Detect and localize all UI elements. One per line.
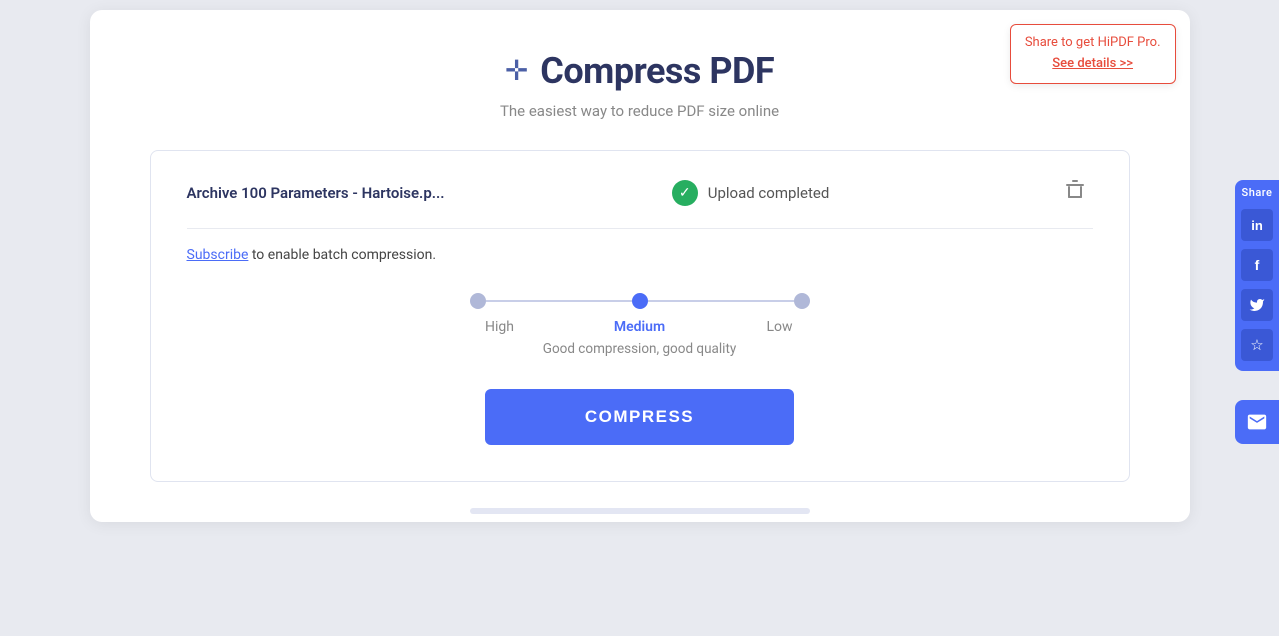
star-icon: ☆ — [1250, 336, 1263, 354]
tooltip-line1: Share to get HiPDF Pro. — [1025, 35, 1161, 50]
twitter-icon — [1249, 297, 1265, 313]
label-medium[interactable]: Medium — [610, 319, 670, 335]
content-area: Archive 100 Parameters - Hartoise.p... ✓… — [150, 150, 1130, 482]
labels-row: High Medium Low — [470, 319, 810, 335]
page-header: ✛ Compress PDF The easiest way to reduce… — [150, 50, 1130, 120]
side-share-panel: Share in f ☆ — [1235, 180, 1279, 371]
delete-button[interactable] — [1057, 175, 1093, 210]
compression-description: Good compression, good quality — [543, 341, 737, 357]
label-low[interactable]: Low — [750, 319, 810, 335]
main-card: Share to get HiPDF Pro. See details >> ✛… — [90, 10, 1190, 522]
pro-tooltip: Share to get HiPDF Pro. See details >> — [1010, 24, 1176, 84]
file-name: Archive 100 Parameters - Hartoise.p... — [187, 184, 445, 202]
label-high[interactable]: High — [470, 319, 530, 335]
slider-track[interactable] — [470, 293, 810, 309]
subscribe-rest-text: to enable batch compression. — [248, 247, 436, 263]
compression-slider-area: High Medium Low Good compression, good q… — [187, 293, 1093, 357]
facebook-share-button[interactable]: f — [1241, 249, 1273, 281]
upload-status-text: Upload completed — [708, 184, 830, 202]
low-dot[interactable] — [794, 293, 810, 309]
subscribe-link[interactable]: Subscribe — [187, 247, 249, 263]
page-subtitle: The easiest way to reduce PDF size onlin… — [150, 102, 1130, 120]
compress-pdf-icon: ✛ — [505, 57, 528, 85]
file-row: Archive 100 Parameters - Hartoise.p... ✓… — [187, 175, 1093, 229]
bookmark-share-button[interactable]: ☆ — [1241, 329, 1273, 361]
subscribe-row: Subscribe to enable batch compression. — [187, 247, 1093, 263]
medium-dot[interactable] — [632, 293, 648, 309]
high-dot[interactable] — [470, 293, 486, 309]
upload-status-area: ✓ Upload completed — [672, 180, 830, 206]
page-title: Compress PDF — [540, 50, 774, 92]
scroll-indicator — [470, 508, 810, 514]
trash-icon — [1065, 179, 1085, 201]
facebook-icon: f — [1255, 257, 1260, 273]
linkedin-icon: in — [1251, 218, 1263, 233]
compress-button[interactable]: COMPRESS — [485, 389, 794, 445]
email-icon — [1246, 411, 1268, 433]
side-email-button[interactable] — [1235, 400, 1279, 444]
twitter-share-button[interactable] — [1241, 289, 1273, 321]
track-line-right — [648, 300, 794, 302]
tooltip-link[interactable]: See details >> — [1052, 56, 1133, 71]
check-icon: ✓ — [672, 180, 698, 206]
share-label: Share — [1242, 186, 1273, 199]
linkedin-share-button[interactable]: in — [1241, 209, 1273, 241]
track-line-left — [486, 300, 632, 302]
